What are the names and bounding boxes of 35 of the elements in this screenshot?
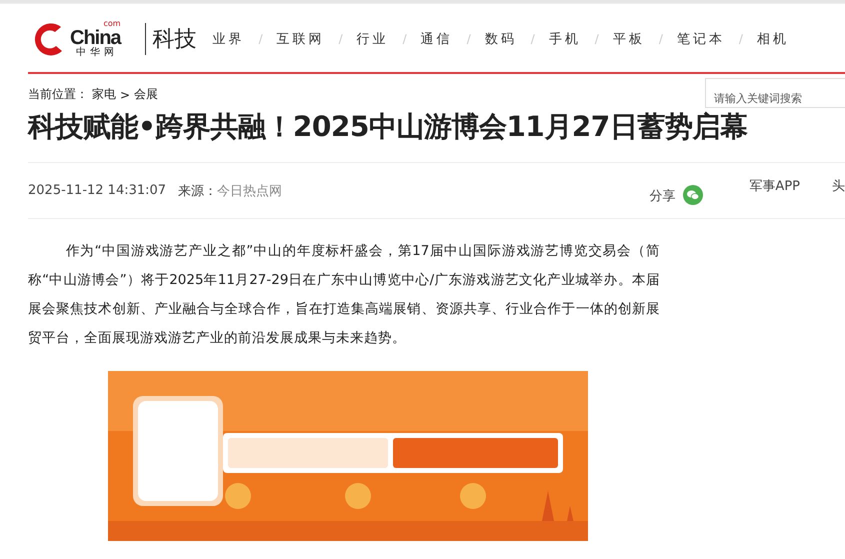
channel-title: 科技: [152, 26, 197, 54]
share-label: 分享: [649, 188, 676, 204]
nav-link[interactable]: 行业: [356, 30, 389, 48]
breadcrumb-link[interactable]: 家电: [92, 86, 116, 103]
breadcrumb-link[interactable]: 会展: [134, 86, 158, 103]
article-title: 科技赋能•跨界共融！2025中山游博会11月27日蓄势启幕: [28, 109, 749, 145]
nav-link[interactable]: 相机: [756, 30, 789, 48]
search-field[interactable]: 请输入关键词搜索: [705, 78, 845, 108]
nav-link[interactable]: 笔记本: [676, 30, 725, 48]
logo-chinese: 中华网: [76, 48, 119, 58]
nav-link[interactable]: 通信: [420, 30, 453, 48]
logo-brand: China: [70, 28, 121, 48]
publish-date: 2025-11-12 14:31:07: [28, 183, 166, 198]
top-link[interactable]: 军事APP: [749, 176, 800, 194]
nav-separator: /: [338, 32, 343, 46]
nav-link[interactable]: 手机: [548, 30, 581, 48]
nav-separator: /: [738, 32, 743, 46]
wechat-icon[interactable]: [683, 184, 704, 204]
source-link[interactable]: 今日热点网: [217, 182, 282, 200]
breadcrumb-separator: >: [120, 88, 130, 102]
nav-separator: /: [658, 32, 663, 46]
article-paragraph: 作为“中国游戏游艺产业之都”中山的年度标杆盛会，第17届中山国际游戏游艺博览交易会（简称“中山游博会”）将于2025年11月27-29日在广东中山博览中心/广东游戏游艺文化产业城举办。本届展会聚焦技术创新、产业融合与全球合作，旨在打造集高端展销、资源共享、行业合作于一体的创新展贸平台，全面展现游戏游艺产业的前沿发展成果与未来趋势。: [28, 242, 660, 348]
nav-separator: /: [466, 32, 471, 46]
logo-domain: com: [103, 20, 121, 28]
breadcrumb-label: 当前位置：: [28, 86, 88, 103]
nav-link[interactable]: 数码: [484, 30, 517, 48]
nav-link[interactable]: 平板: [612, 30, 645, 48]
nav-separator: /: [258, 32, 263, 46]
source-label: 来源：: [178, 182, 218, 200]
nav-link[interactable]: 业界: [212, 30, 245, 48]
nav-separator: /: [530, 32, 535, 46]
top-link[interactable]: 头: [832, 176, 845, 194]
nav-separator: /: [402, 32, 407, 46]
nav-separator: /: [594, 32, 599, 46]
nav-link[interactable]: 互联网: [276, 30, 325, 48]
